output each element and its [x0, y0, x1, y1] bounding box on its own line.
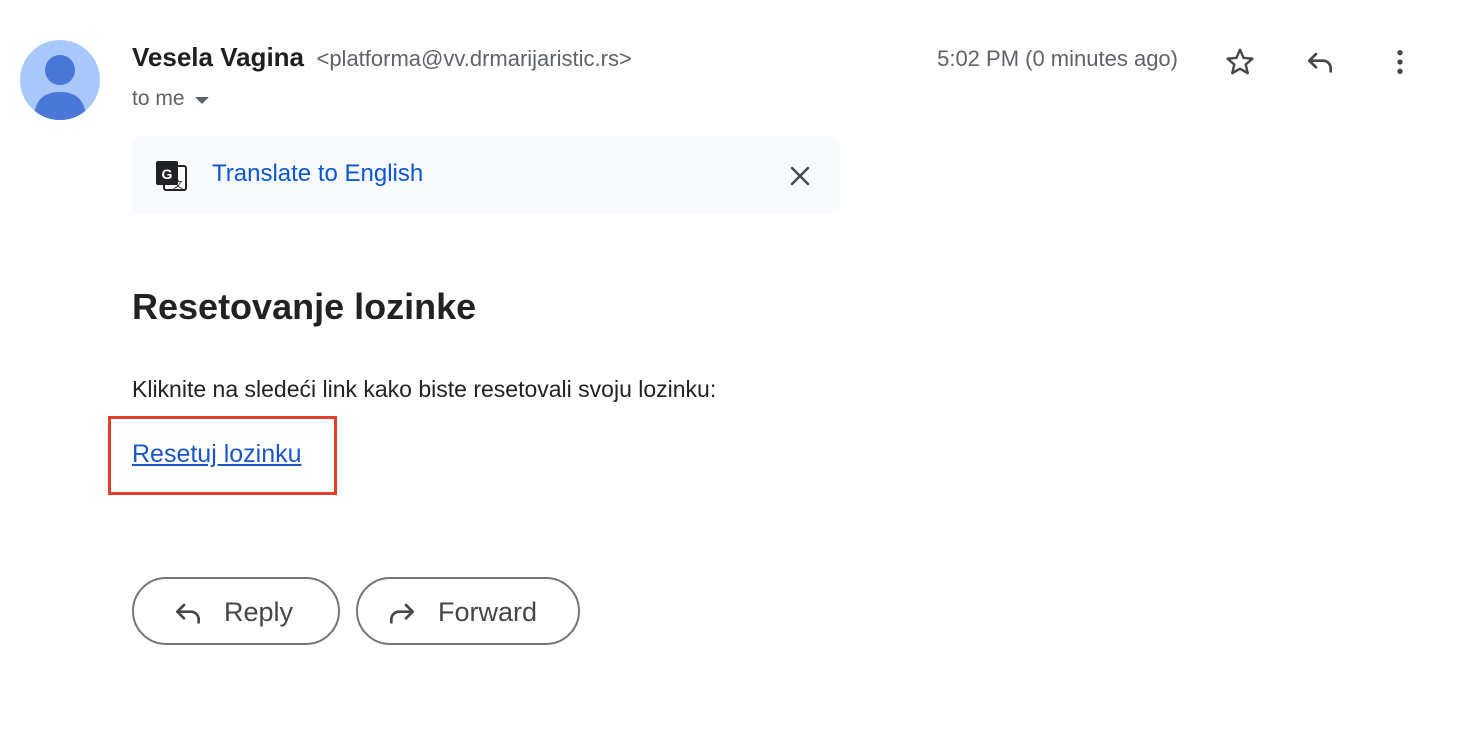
reset-password-link[interactable]: Resetuj lozinku — [132, 440, 302, 469]
forward-action-button[interactable]: Forward — [356, 577, 580, 645]
sender-name[interactable]: Vesela Vagina — [132, 42, 304, 72]
star-icon — [1226, 48, 1254, 75]
timestamp: 5:02 PM (0 minutes ago) — [937, 46, 1178, 71]
close-icon — [790, 166, 810, 186]
sender-avatar[interactable] — [20, 40, 100, 120]
sender-line: Vesela Vagina <platforma@vv.drmarijarist… — [132, 42, 632, 73]
reply-icon — [176, 603, 200, 624]
email-heading: Resetovanje lozinke — [132, 286, 477, 327]
reply-label: Reply — [224, 597, 294, 627]
svg-text:G: G — [162, 166, 173, 182]
star-button[interactable] — [1218, 40, 1262, 84]
close-translate-button[interactable] — [784, 160, 816, 192]
reply-action-button[interactable]: Reply — [132, 577, 340, 645]
translate-icon: G 文 — [154, 159, 190, 200]
sender-email: <platforma@vv.drmarijaristic.rs> — [316, 46, 632, 71]
email-view: Vesela Vagina <platforma@vv.drmarijarist… — [0, 0, 1468, 738]
forward-label: Forward — [438, 597, 538, 627]
more-vert-icon — [1397, 50, 1403, 74]
recipient-label: to me — [132, 87, 185, 110]
person-icon — [34, 55, 86, 120]
reply-button[interactable] — [1298, 40, 1342, 84]
translate-link[interactable]: Translate to English — [212, 160, 423, 188]
svg-text:文: 文 — [173, 178, 183, 191]
reply-icon — [1308, 52, 1332, 73]
email-instruction: Kliknite na sledeći link kako biste rese… — [132, 376, 717, 402]
translate-banner: G 文 Translate to English — [132, 136, 840, 214]
forward-icon — [390, 603, 414, 624]
recipient-details-toggle[interactable]: to me — [132, 87, 209, 111]
more-options-button[interactable] — [1378, 40, 1422, 84]
chevron-down-icon — [194, 96, 209, 104]
